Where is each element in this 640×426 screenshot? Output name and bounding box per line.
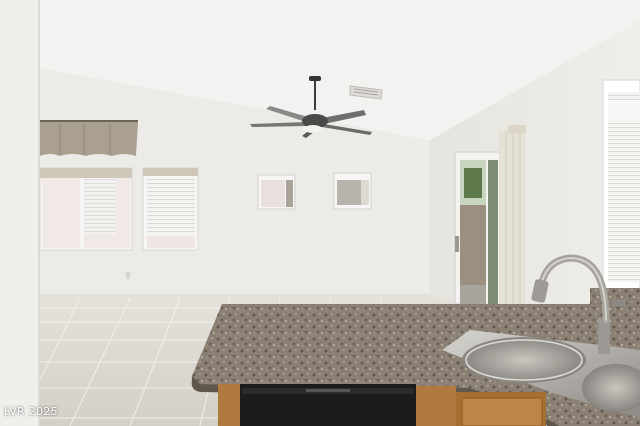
kitchen-photo: LVR 2025 bbox=[0, 0, 640, 426]
left-window bbox=[39, 167, 133, 251]
small-window-2 bbox=[333, 172, 372, 210]
vertical-blinds bbox=[499, 125, 526, 305]
left-column bbox=[0, 0, 40, 426]
sink-basin-left bbox=[462, 337, 586, 383]
cabinet-right bbox=[416, 386, 456, 426]
backsplash bbox=[590, 288, 640, 328]
sink-window bbox=[602, 79, 640, 291]
valance-curtain bbox=[40, 120, 138, 156]
watermark-text: LVR 2025 bbox=[4, 405, 58, 418]
center-left-window bbox=[142, 167, 199, 251]
wall-outlet bbox=[126, 272, 130, 279]
cabinet-left bbox=[218, 384, 240, 426]
sliding-door bbox=[454, 151, 502, 305]
kitchen-scene bbox=[0, 0, 640, 426]
small-window-1 bbox=[257, 174, 296, 210]
